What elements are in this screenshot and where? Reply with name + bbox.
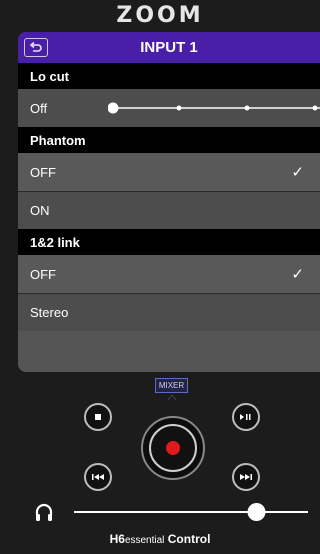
volume-thumb[interactable] [247, 503, 266, 521]
lo-cut-step-3[interactable] [312, 105, 318, 111]
phantom-option-off[interactable]: OFF ✓ [18, 153, 320, 191]
headphones-icon [35, 503, 53, 521]
record-icon [166, 441, 180, 455]
lo-cut-value: Off [30, 100, 48, 116]
headphone-volume-slider[interactable] [70, 500, 310, 524]
model-name: H6 [109, 532, 125, 546]
phantom-off-label: OFF [30, 164, 56, 180]
link-off-label: OFF [30, 266, 56, 282]
back-button[interactable] [24, 38, 48, 57]
lo-cut-step-1[interactable] [176, 105, 182, 111]
title-bar: INPUT 1 [18, 32, 320, 63]
record-ring [149, 424, 197, 472]
next-button[interactable] [232, 463, 260, 491]
lo-cut-step-2[interactable] [244, 105, 250, 111]
back-arrow-icon [29, 42, 42, 52]
phantom-on-label: ON [30, 203, 50, 218]
phantom-label: Phantom [30, 132, 86, 148]
lo-cut-slider[interactable] [107, 89, 320, 127]
caret-up-icon [168, 394, 176, 400]
model-suffix: essential [124, 535, 165, 546]
footer-label: H6essential Control [0, 532, 320, 546]
link-stereo-label: Stereo [30, 305, 69, 320]
lo-cut-label: Lo cut [30, 68, 69, 84]
logo-text: ZOOM [116, 3, 204, 28]
link-header: 1&2 link [18, 229, 320, 255]
link-option-stereo[interactable]: Stereo [18, 293, 320, 331]
stop-button[interactable] [84, 403, 112, 431]
app-name: Control [167, 532, 211, 546]
lo-cut-thumb[interactable] [107, 102, 119, 114]
page-title: INPUT 1 [140, 39, 198, 56]
play-pause-icon [240, 414, 251, 420]
link-label: 1&2 link [30, 234, 80, 250]
check-icon: ✓ [291, 164, 304, 181]
mixer-label: MIXER [158, 381, 185, 390]
previous-button[interactable] [84, 463, 112, 491]
lo-cut-row: Off [18, 89, 320, 127]
input-settings-panel: INPUT 1 Lo cut Off Phantom OFF ✓ ON 1&2 … [18, 32, 320, 372]
link-option-off[interactable]: OFF ✓ [18, 255, 320, 293]
previous-icon [92, 474, 104, 480]
stop-icon [95, 414, 101, 420]
transport-controls: MIXER H6essential Control [0, 372, 320, 554]
phantom-option-on[interactable]: ON [18, 191, 320, 229]
zoom-logo: ZOOM [0, 0, 320, 32]
play-pause-button[interactable] [232, 403, 260, 431]
mixer-button[interactable]: MIXER [155, 378, 188, 393]
phantom-header: Phantom [18, 127, 320, 153]
lo-cut-header: Lo cut [18, 63, 320, 89]
record-button[interactable] [141, 416, 205, 480]
next-icon [240, 474, 252, 480]
check-icon: ✓ [291, 266, 304, 283]
